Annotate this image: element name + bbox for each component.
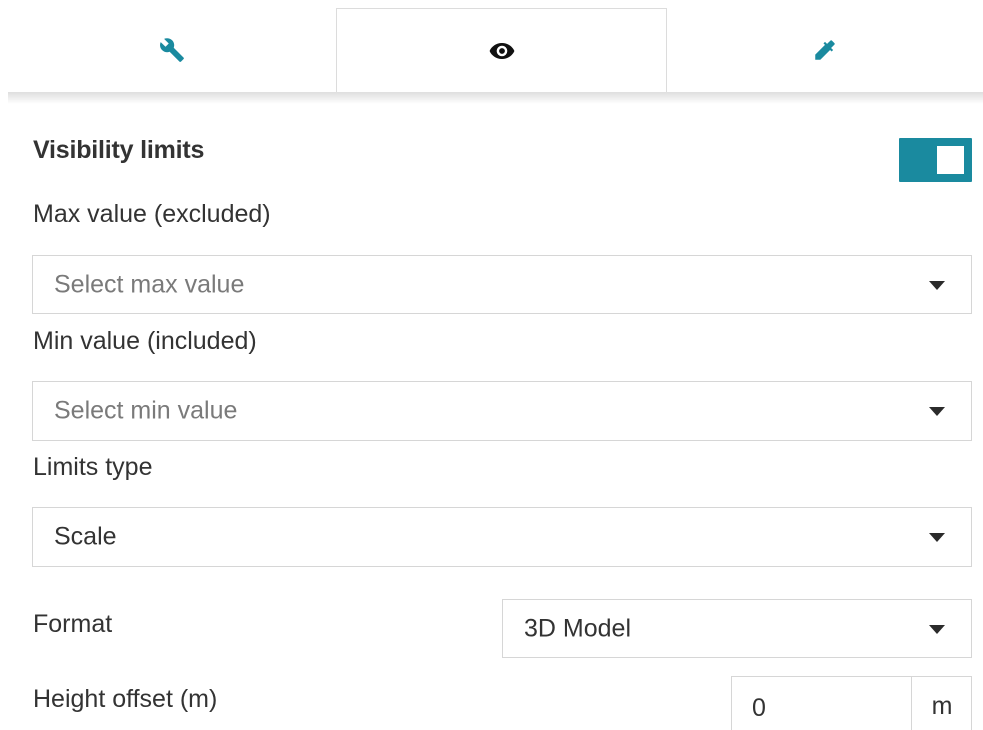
chevron-down-icon [929, 624, 945, 634]
tab-bar-shadow [8, 92, 983, 104]
toggle-knob [937, 146, 964, 174]
chevron-down-icon [929, 280, 945, 290]
visibility-limits-toggle[interactable] [899, 138, 972, 182]
chevron-down-icon [929, 407, 945, 416]
format-label: Format [33, 610, 113, 638]
limits-type-select[interactable]: Scale [32, 507, 972, 567]
eyedropper-icon [812, 37, 838, 63]
min-value-label: Min value (included) [33, 327, 257, 355]
max-value-select[interactable]: Select max value [32, 255, 972, 314]
max-value-label: Max value (excluded) [33, 200, 271, 228]
tab-style[interactable] [667, 8, 983, 92]
visibility-limits-title: Visibility limits [33, 136, 205, 164]
max-value-placeholder: Select max value [54, 270, 245, 298]
format-value: 3D Model [524, 614, 631, 642]
height-offset-unit: m [911, 677, 972, 730]
tab-bar [8, 8, 983, 92]
limits-type-value: Scale [54, 522, 117, 551]
tab-visibility[interactable] [336, 8, 667, 92]
tab-tools[interactable] [8, 8, 335, 92]
format-select[interactable]: 3D Model [502, 599, 972, 658]
height-offset-label: Height offset (m) [33, 685, 218, 713]
chevron-down-icon [929, 533, 945, 542]
height-offset-group: m [731, 676, 972, 730]
min-value-placeholder: Select min value [54, 396, 238, 425]
min-value-select[interactable]: Select min value [32, 381, 972, 441]
limits-type-label: Limits type [33, 453, 153, 481]
eye-icon [489, 41, 515, 61]
wrench-icon [159, 37, 185, 63]
layer-settings-panel: Visibility limits Max value (excluded) S… [0, 0, 983, 730]
height-offset-input[interactable] [732, 677, 911, 730]
